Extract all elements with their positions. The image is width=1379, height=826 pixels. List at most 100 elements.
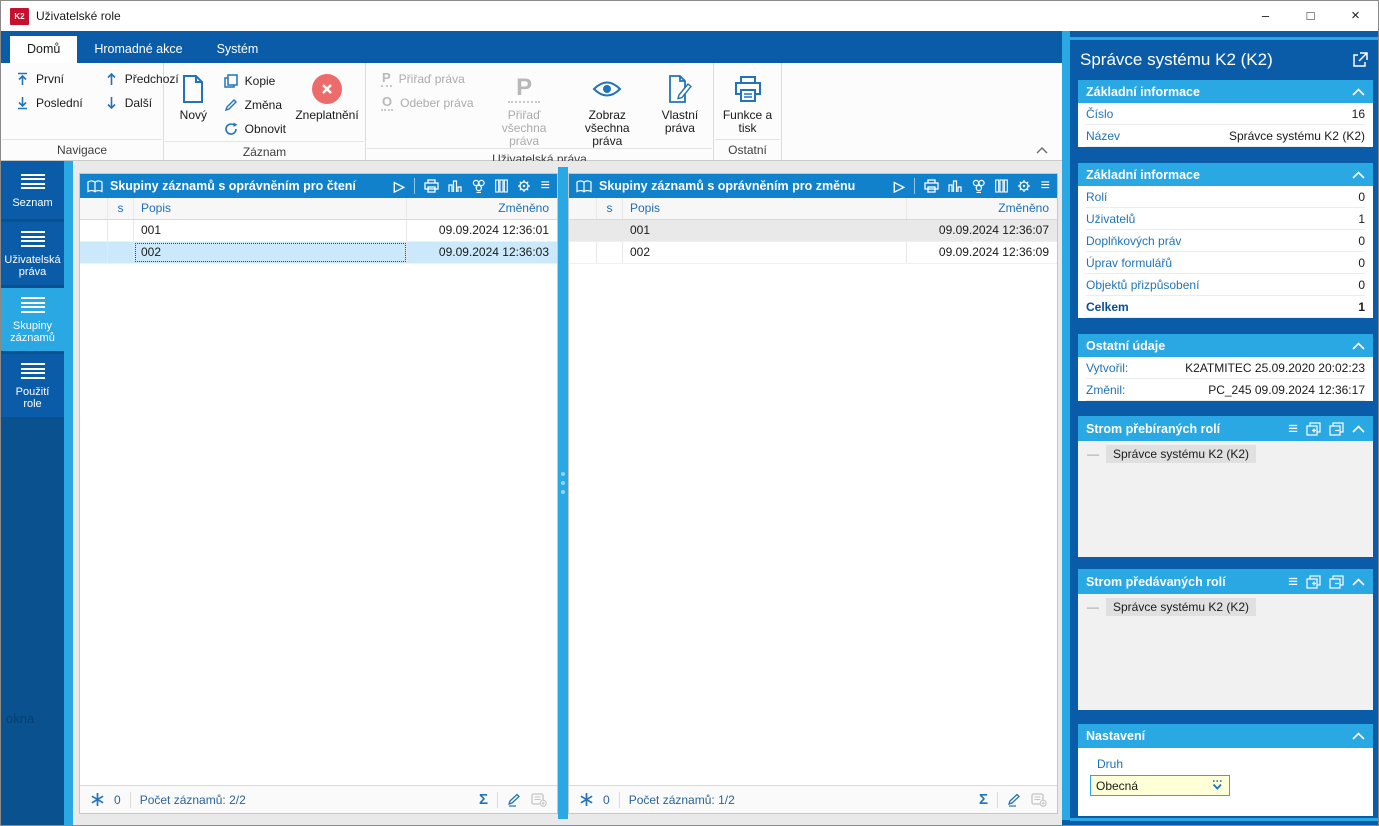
tree-view: — Správce systému K2 (K2) — [1078, 441, 1373, 557]
change-button[interactable]: Změna — [219, 93, 291, 117]
edit-pencil-icon[interactable] — [1007, 793, 1022, 807]
first-button[interactable]: První — [11, 67, 88, 91]
chevron-up-icon[interactable] — [1352, 732, 1365, 740]
tree-collapse-icon[interactable]: — — [1087, 600, 1099, 614]
chart-icon[interactable] — [448, 179, 462, 193]
tree-menu-icon[interactable]: ≡ — [1288, 573, 1298, 590]
app-window: K2 Uživatelské role – □ × Domů Hromadné … — [0, 0, 1379, 826]
assign-all-rights-button[interactable]: P Přiřaď všechna práva — [487, 67, 562, 148]
grid-menu-icon[interactable]: ≡ — [1041, 178, 1050, 194]
panel-splitter[interactable] — [1062, 31, 1070, 820]
tree-collapse-icon[interactable]: — — [1087, 447, 1099, 461]
col-popis[interactable]: Popis — [623, 198, 907, 219]
collapse-all-icon[interactable] — [1329, 421, 1344, 436]
print-icon[interactable] — [424, 179, 439, 193]
expand-all-icon[interactable] — [1306, 574, 1321, 589]
ribbon-collapse-chevron-icon[interactable] — [1036, 147, 1048, 154]
sum-icon[interactable]: Σ — [979, 791, 988, 808]
settings-gear-icon[interactable] — [1017, 179, 1032, 193]
grid-menu-icon[interactable]: ≡ — [541, 178, 550, 194]
assign-rights-button[interactable]: P Přiřaď práva — [376, 67, 479, 91]
grid-splitter[interactable] — [558, 167, 568, 819]
collapse-all-icon[interactable] — [1329, 574, 1344, 589]
new-button[interactable]: Nový — [172, 67, 215, 122]
cell-zmeneno[interactable]: 09.09.2024 12:36:01 — [407, 220, 557, 241]
tree-node-label[interactable]: Správce systému K2 (K2) — [1106, 445, 1257, 463]
table-row[interactable]: 001 09.09.2024 12:36:07 — [569, 220, 1057, 242]
workflow-icon[interactable] — [471, 179, 486, 193]
tree-menu-icon[interactable]: ≡ — [1288, 420, 1298, 437]
cell-popis[interactable]: 002 — [134, 242, 407, 263]
cell-popis[interactable]: 001 — [134, 220, 407, 241]
chevron-up-icon[interactable] — [1352, 424, 1365, 433]
grid-empty-area[interactable] — [569, 264, 1057, 785]
run-script-icon[interactable]: ▷ — [394, 179, 405, 193]
last-button[interactable]: Poslední — [11, 91, 88, 115]
col-zmeneno[interactable]: Změněno — [907, 198, 1057, 219]
grid-title-bar: Skupiny záznamů s oprávněním pro čtení ▷… — [80, 174, 557, 198]
cell-popis[interactable]: 001 — [623, 220, 907, 241]
refresh-button[interactable]: Obnovit — [219, 117, 291, 141]
cell-zmeneno[interactable]: 09.09.2024 12:36:07 — [907, 220, 1057, 241]
field-row: Objektů přizpůsobení 0 — [1086, 274, 1365, 296]
col-popis[interactable]: Popis — [134, 198, 407, 219]
sidebar-accent-strip — [64, 161, 73, 825]
chevron-up-icon[interactable] — [1352, 577, 1365, 586]
add-note-icon[interactable] — [1031, 792, 1047, 807]
print-icon[interactable] — [924, 179, 939, 193]
table-row-selected[interactable]: 002 09.09.2024 12:36:03 — [80, 242, 557, 264]
chevron-up-icon[interactable] — [1352, 87, 1365, 96]
window-title: Uživatelské role — [36, 9, 121, 23]
edit-pencil-icon[interactable] — [507, 793, 522, 807]
chart-icon[interactable] — [948, 179, 962, 193]
settings-gear-icon[interactable] — [517, 179, 532, 193]
remove-rights-button[interactable]: O Odeber práva — [376, 91, 479, 115]
sidebar-item-seznam[interactable]: Seznam — [1, 161, 64, 219]
expand-all-icon[interactable] — [1306, 421, 1321, 436]
tab-hromadne-akce[interactable]: Hromadné akce — [77, 36, 199, 63]
copy-button[interactable]: Kopie — [219, 69, 291, 93]
invalidate-button[interactable]: Zneplatnění — [295, 67, 359, 122]
col-selector[interactable] — [569, 198, 597, 219]
table-row[interactable]: 002 09.09.2024 12:36:09 — [569, 242, 1057, 264]
ribbon: První Poslední Předchozí Další Navigace … — [1, 63, 1062, 166]
chevron-up-icon[interactable] — [1352, 341, 1365, 350]
close-button[interactable]: × — [1333, 1, 1378, 31]
columns-icon[interactable] — [994, 179, 1008, 193]
maximize-button[interactable]: □ — [1288, 1, 1333, 31]
popout-icon[interactable] — [1352, 52, 1368, 68]
remove-rights-label: Odeber práva — [400, 96, 474, 110]
col-s[interactable]: s — [108, 198, 134, 219]
grid-empty-area[interactable] — [80, 264, 557, 785]
tab-system[interactable]: Systém — [200, 36, 276, 63]
col-selector[interactable] — [80, 198, 108, 219]
cell-zmeneno[interactable]: 09.09.2024 12:36:03 — [407, 242, 557, 263]
tree-node[interactable]: — Správce systému K2 (K2) — [1087, 445, 1373, 463]
tab-domu[interactable]: Domů — [10, 36, 78, 63]
tree-node[interactable]: — Správce systému K2 (K2) — [1087, 598, 1373, 616]
cell-popis[interactable]: 002 — [623, 242, 907, 263]
assign-rights-label: Přiřaď práva — [398, 72, 465, 86]
pencil-icon — [224, 98, 238, 112]
sum-icon[interactable]: Σ — [479, 791, 488, 808]
workflow-icon[interactable] — [971, 179, 986, 193]
columns-icon[interactable] — [494, 179, 508, 193]
invalid-red-x-icon — [312, 72, 342, 106]
section-title: Základní informace — [1086, 167, 1200, 182]
chevron-up-icon[interactable] — [1352, 170, 1365, 179]
sidebar-item-uzivatelska-prava[interactable]: Uživatelská práva — [1, 222, 64, 285]
functions-print-button[interactable]: Funkce a tisk — [720, 67, 775, 135]
add-note-icon[interactable] — [531, 792, 547, 807]
sidebar-item-skupiny-zaznamu[interactable]: Skupiny záznamů — [1, 288, 64, 351]
druh-dropdown[interactable]: Obecná — [1090, 775, 1230, 796]
minimize-button[interactable]: – — [1243, 1, 1288, 31]
col-zmeneno[interactable]: Změněno — [407, 198, 557, 219]
sidebar-item-pouziti-role[interactable]: Použití role — [1, 354, 64, 417]
col-s[interactable]: s — [597, 198, 623, 219]
table-row[interactable]: 001 09.09.2024 12:36:01 — [80, 220, 557, 242]
cell-zmeneno[interactable]: 09.09.2024 12:36:09 — [907, 242, 1057, 263]
run-script-icon[interactable]: ▷ — [894, 179, 905, 193]
own-rights-button[interactable]: Vlastní práva — [653, 67, 707, 135]
tree-node-label[interactable]: Správce systému K2 (K2) — [1106, 598, 1257, 616]
show-all-rights-button[interactable]: Zobraz všechna práva — [570, 67, 645, 148]
